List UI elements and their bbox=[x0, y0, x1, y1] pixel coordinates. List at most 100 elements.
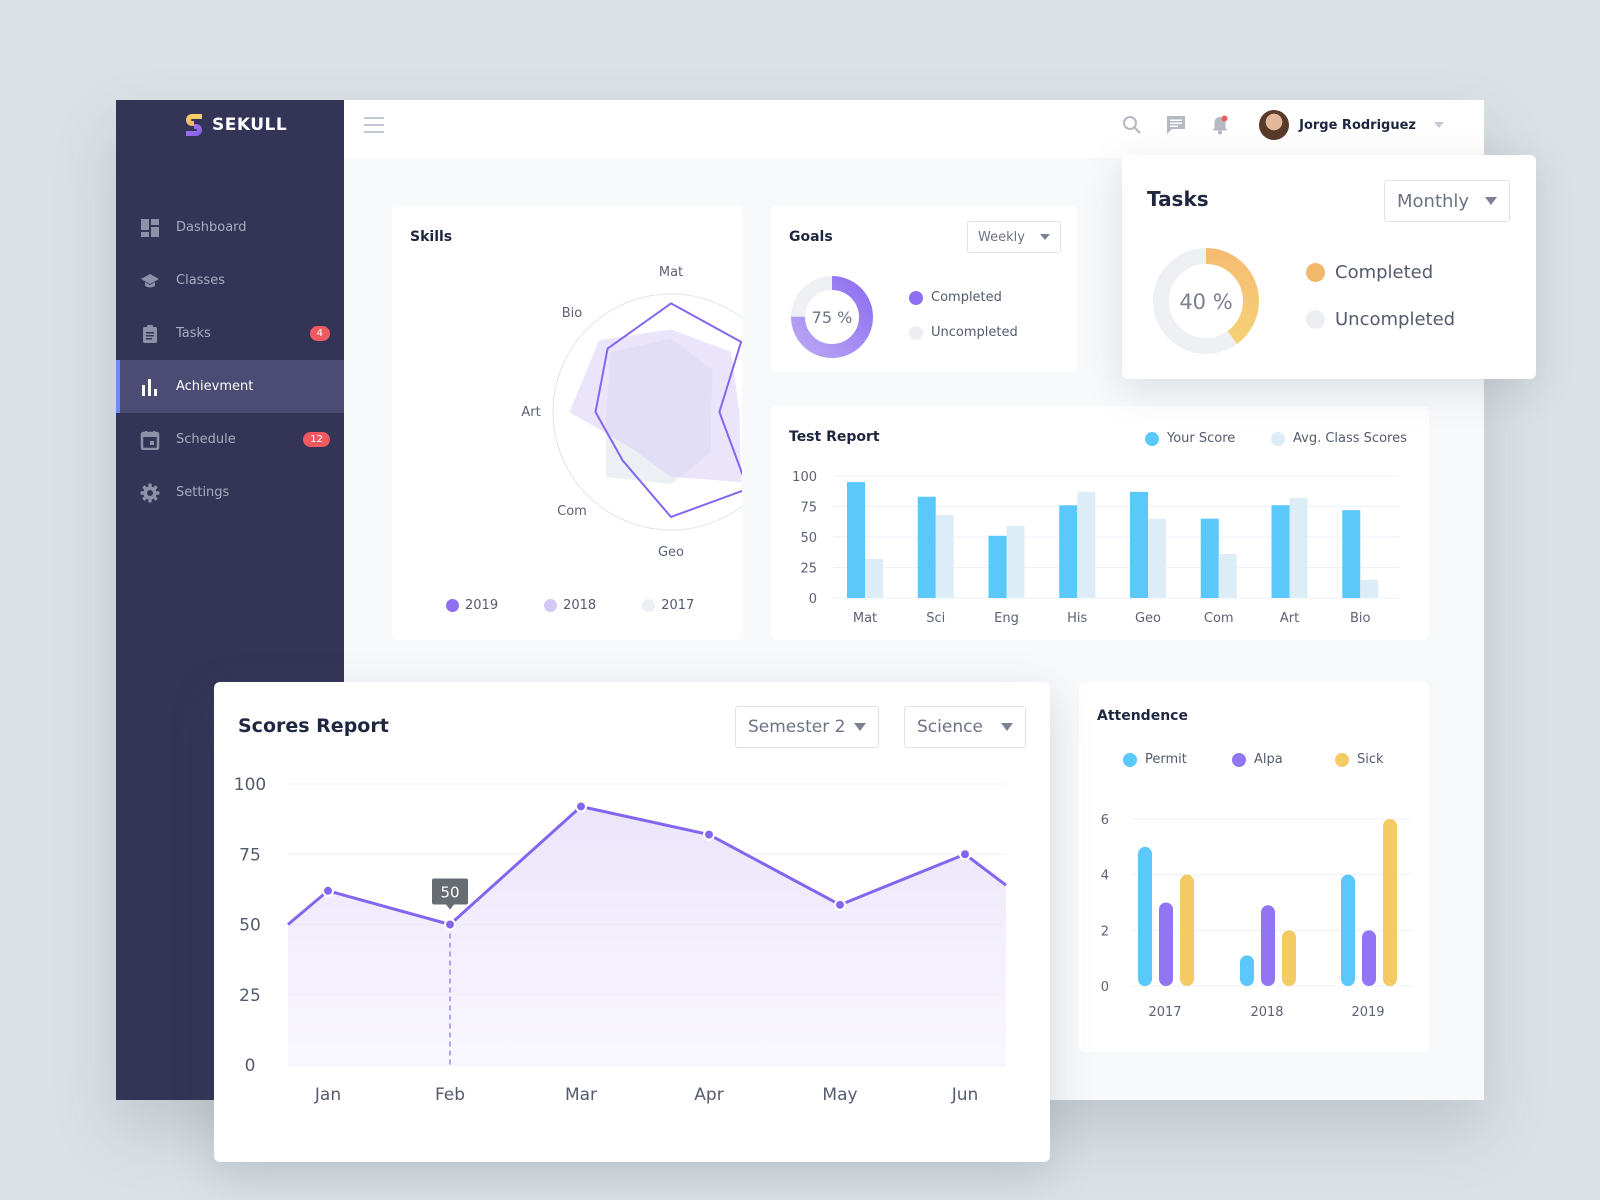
sidebar-item-label: Tasks bbox=[176, 326, 211, 341]
x-tick-label: Art bbox=[1280, 611, 1299, 626]
scores-line-chart: 0 25 50 75 100 Jan Feb Mar Apr May Jun 50 bbox=[234, 775, 1007, 1105]
bar-avg-class-Sci bbox=[935, 515, 954, 598]
y-tick-label: 50 bbox=[800, 531, 817, 546]
bar-avg-class-Bio bbox=[1360, 579, 1379, 598]
bar-alpa-2018 bbox=[1261, 905, 1275, 986]
clipboard-icon bbox=[140, 324, 160, 344]
x-tick-label: Jun bbox=[951, 1085, 979, 1105]
legend-dot bbox=[1306, 310, 1325, 329]
tasks-title: Tasks bbox=[1147, 187, 1209, 211]
x-tick-label: Mar bbox=[565, 1085, 597, 1105]
x-tick-label: May bbox=[822, 1085, 857, 1105]
y-tick-label: 100 bbox=[234, 775, 266, 795]
user-menu[interactable]: Jorge Rodriguez bbox=[1259, 110, 1444, 140]
data-point-May bbox=[834, 898, 846, 911]
goals-period-value: Weekly bbox=[978, 229, 1025, 245]
data-point-Apr bbox=[703, 828, 715, 841]
legend-label-2019: 2019 bbox=[465, 598, 499, 613]
sidebar-item-label: Classes bbox=[176, 273, 225, 288]
sidebar-item-settings[interactable]: Settings bbox=[116, 466, 344, 519]
goals-donut: 75 % bbox=[791, 276, 873, 358]
notification-bell-icon[interactable] bbox=[1209, 114, 1231, 136]
x-tick-label: 2017 bbox=[1148, 1005, 1181, 1020]
skills-card: Skills MatSciEngHisGeoComArtBio 2019 201… bbox=[392, 206, 742, 640]
bar-your-score-Com bbox=[1200, 518, 1219, 598]
scores-area bbox=[288, 806, 1006, 1065]
bar-your-score-His bbox=[1059, 505, 1078, 598]
legend-label: Completed bbox=[931, 290, 1002, 305]
x-tick-label: Com bbox=[1204, 611, 1234, 626]
bar-chart-icon bbox=[140, 377, 160, 397]
bar-your-score-Bio bbox=[1342, 510, 1361, 598]
legend-label-2018: 2018 bbox=[563, 598, 597, 613]
sidebar-item-label: Schedule bbox=[176, 432, 236, 447]
y-tick-label: 0 bbox=[809, 592, 817, 607]
search-icon[interactable] bbox=[1121, 114, 1143, 136]
bar-sick-2017 bbox=[1180, 874, 1194, 986]
skills-legend: 2019 2018 2017 bbox=[446, 598, 694, 613]
y-tick-label: 0 bbox=[245, 1056, 256, 1076]
schedule-badge: 12 bbox=[303, 432, 330, 447]
bar-sick-2018 bbox=[1282, 930, 1296, 986]
legend-label: Uncompleted bbox=[931, 325, 1018, 340]
brand: SEKULL bbox=[184, 112, 287, 138]
radar-series-2018 bbox=[569, 329, 742, 483]
y-tick-label: 6 bbox=[1101, 813, 1109, 828]
sidebar-item-classes[interactable]: Classes bbox=[116, 254, 344, 307]
tasks-period-value: Monthly bbox=[1397, 190, 1470, 212]
attendance-bar-chart: 0 2 4 6 2017 2018 2019 bbox=[1101, 813, 1411, 1020]
sidebar-item-schedule[interactable]: Schedule 12 bbox=[116, 413, 344, 466]
goals-period-select[interactable]: Weekly bbox=[967, 221, 1061, 253]
chat-icon[interactable] bbox=[1165, 114, 1187, 136]
legend-dot bbox=[909, 290, 923, 305]
chevron-down-icon bbox=[1040, 234, 1050, 240]
radar-axis-label: Geo bbox=[658, 545, 684, 560]
hamburger-menu-button[interactable] bbox=[364, 117, 384, 133]
sidebar-item-dashboard[interactable]: Dashboard bbox=[116, 201, 344, 254]
x-tick-label: 2019 bbox=[1351, 1005, 1384, 1020]
sidebar-item-tasks[interactable]: Tasks 4 bbox=[116, 307, 344, 360]
x-tick-label: His bbox=[1067, 611, 1087, 626]
bar-your-score-Mat bbox=[847, 482, 865, 598]
tasks-period-select[interactable]: Monthly bbox=[1384, 180, 1510, 222]
y-tick-label: 25 bbox=[239, 986, 261, 1006]
bar-permit-2017 bbox=[1138, 846, 1152, 986]
bar-alpa-2019 bbox=[1362, 930, 1376, 986]
bar-permit-2019 bbox=[1341, 874, 1355, 986]
legend-dot-2019 bbox=[446, 599, 459, 612]
data-point-Jun bbox=[959, 848, 971, 861]
gear-icon bbox=[140, 483, 160, 503]
avatar bbox=[1259, 110, 1290, 140]
x-tick-label: Bio bbox=[1350, 611, 1371, 626]
y-tick-label: 50 bbox=[239, 916, 261, 936]
tooltip-value: 50 bbox=[440, 884, 459, 902]
radar-axis-label: Bio bbox=[562, 306, 583, 321]
legend-dot bbox=[909, 325, 923, 340]
test-report-bar-chart: 0 25 50 75 100 Mat Sci Eng His Geo Com Art Bio bbox=[792, 470, 1399, 626]
legend-label-2017: 2017 bbox=[661, 598, 695, 613]
x-tick-label: Feb bbox=[435, 1085, 465, 1105]
y-tick-label: 75 bbox=[800, 501, 817, 516]
bar-your-score-Geo bbox=[1130, 491, 1148, 598]
logo-icon bbox=[186, 114, 202, 136]
radar-axis-label: Com bbox=[557, 504, 587, 519]
legend-label: Completed bbox=[1335, 262, 1434, 283]
goals-percent: 75 % bbox=[812, 308, 853, 327]
x-tick-label: Sci bbox=[926, 611, 945, 626]
sidebar-item-achievment[interactable]: Achievment bbox=[116, 360, 344, 413]
topbar-actions: Jorge Rodriguez bbox=[1121, 110, 1444, 140]
radar-axis-label: Art bbox=[521, 405, 540, 420]
scores-report-card: Scores Report Semester 2 Science 0 25 50 75… bbox=[214, 682, 1050, 1162]
bar-avg-class-Geo bbox=[1148, 518, 1166, 598]
x-tick-label: Eng bbox=[994, 611, 1019, 626]
bar-avg-class-Art bbox=[1289, 497, 1308, 598]
data-point-Feb bbox=[444, 918, 456, 931]
goals-legend-completed: Completed bbox=[909, 290, 1002, 305]
bar-alpa-2017 bbox=[1159, 902, 1173, 986]
y-tick-label: 100 bbox=[792, 470, 817, 485]
bar-permit-2018 bbox=[1240, 955, 1254, 986]
legend-dot bbox=[1306, 263, 1325, 282]
brand-name: SEKULL bbox=[212, 115, 288, 135]
tasks-donut: 40 % bbox=[1153, 248, 1259, 354]
user-name: Jorge Rodriguez bbox=[1299, 117, 1416, 133]
